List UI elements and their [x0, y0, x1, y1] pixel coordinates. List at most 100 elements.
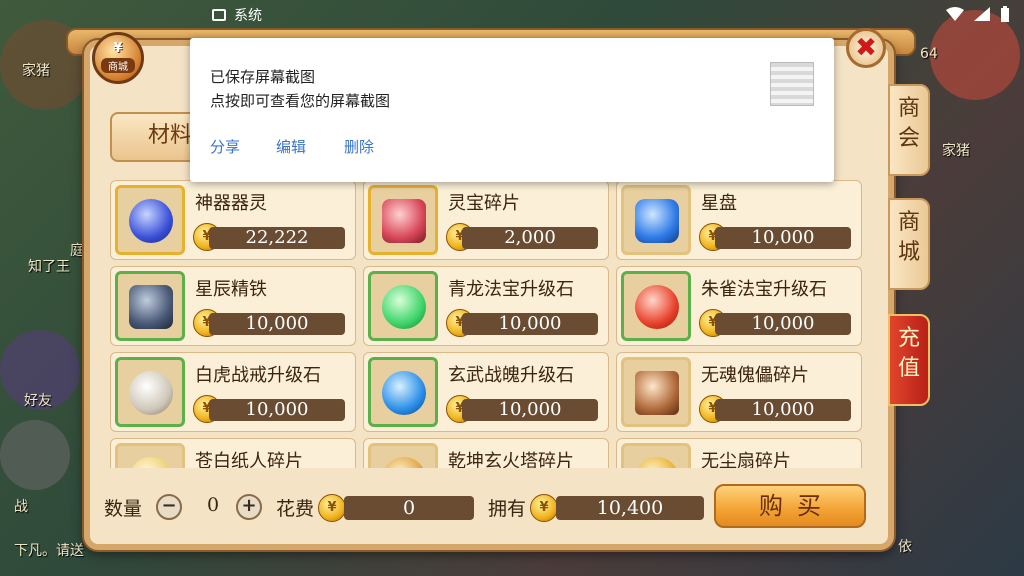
item-name: 无魂傀儡碎片 [701, 365, 809, 386]
item-name: 星盘 [701, 193, 737, 214]
screenshot-thumbnail[interactable] [770, 62, 814, 106]
bg-text: 家猪 [942, 143, 970, 159]
tab-mall[interactable]: 商城 [888, 198, 930, 290]
item-card[interactable]: 乾坤玄火塔碎片 [363, 438, 609, 468]
item-price: 10,000 [462, 313, 598, 335]
ore-icon [129, 285, 173, 329]
increase-button[interactable]: + [236, 494, 262, 520]
tab-recharge[interactable]: 充值 [888, 314, 930, 406]
puppet-icon [635, 371, 679, 415]
item-name: 苍白纸人碎片 [195, 451, 303, 468]
orb-icon [129, 199, 173, 243]
item-icon [621, 271, 691, 341]
share-button[interactable]: 分享 [210, 136, 240, 157]
edit-button[interactable]: 编辑 [276, 136, 306, 157]
shop-badge-label: 商城 [101, 58, 135, 73]
coin-icon: ¥ [318, 494, 346, 522]
item-card[interactable]: 星辰精铁 ¥ 10,000 [110, 266, 356, 346]
item-card[interactable]: 神器器灵 ¥ 22,222 [110, 180, 356, 260]
item-name: 白虎战戒升级石 [195, 365, 321, 386]
owned-value: 10,400 [556, 496, 704, 520]
tab-label: 商城 [897, 210, 920, 265]
item-name: 灵宝碎片 [448, 193, 520, 214]
blue-stone-icon [382, 371, 426, 415]
item-icon [621, 443, 691, 468]
tab-label: 充值 [897, 326, 920, 381]
item-card[interactable]: 苍白纸人碎片 [110, 438, 356, 468]
item-card[interactable]: 无尘扇碎片 [616, 438, 862, 468]
item-card[interactable]: 灵宝碎片 ¥ 2,000 [363, 180, 609, 260]
screenshot-notification[interactable]: 已保存屏幕截图 点按即可查看您的屏幕截图 分享 编辑 删除 [190, 38, 834, 182]
item-name: 青龙法宝升级石 [448, 279, 574, 300]
delete-button[interactable]: 删除 [344, 136, 374, 157]
tab-materials[interactable]: 材料 [110, 112, 202, 162]
item-card[interactable]: 无魂傀儡碎片 ¥ 10,000 [616, 352, 862, 432]
bg-level: 64 [920, 46, 938, 62]
owned-label: 拥有 [488, 498, 527, 520]
item-icon [115, 271, 185, 341]
notification-title: 已保存屏幕截图 [210, 68, 316, 86]
item-icon [368, 357, 438, 427]
wifi-icon [946, 7, 964, 21]
item-icon [621, 185, 691, 255]
item-name: 星辰精铁 [195, 279, 267, 300]
crystal-icon [382, 199, 426, 243]
item-name: 玄武战魄升级石 [448, 365, 574, 386]
image-icon [212, 9, 226, 21]
bg-text: 家猪 [22, 63, 50, 79]
bg-text: 庭 [70, 243, 84, 259]
item-icon [368, 443, 438, 468]
yen-icon: ¥ [113, 41, 123, 56]
item-icon [115, 185, 185, 255]
item-card[interactable]: 星盘 ¥ 10,000 [616, 180, 862, 260]
item-card[interactable]: 朱雀法宝升级石 ¥ 10,000 [616, 266, 862, 346]
item-price: 10,000 [209, 399, 345, 421]
item-price: 10,000 [715, 399, 851, 421]
tab-label: 商会 [897, 96, 920, 151]
item-name: 朱雀法宝升级石 [701, 279, 827, 300]
item-icon [368, 185, 438, 255]
shop-badge: ¥ 商城 [92, 32, 144, 84]
item-icon [115, 443, 185, 468]
buy-button[interactable]: 购买 [714, 484, 866, 528]
item-price: 10,000 [462, 399, 598, 421]
white-stone-icon [129, 371, 173, 415]
item-card[interactable]: 玄武战魄升级石 ¥ 10,000 [363, 352, 609, 432]
item-card[interactable]: 白虎战戒升级石 ¥ 10,000 [110, 352, 356, 432]
item-grid[interactable]: 神器器灵 ¥ 22,222 灵宝碎片 ¥ 2,000 星盘 ¥ 10,000 星… [110, 180, 862, 468]
status-app-label: 系统 [234, 8, 262, 24]
item-price: 2,000 [462, 227, 598, 249]
bg-text: 知了王 [28, 259, 70, 275]
decrease-button[interactable]: − [156, 494, 182, 520]
friends-label[interactable]: 好友 [24, 390, 52, 410]
item-icon [368, 271, 438, 341]
item-price: 10,000 [209, 313, 345, 335]
cost-value: 0 [344, 496, 474, 520]
item-name: 乾坤玄火塔碎片 [448, 451, 574, 468]
status-app: 系统 [212, 5, 262, 25]
purchase-bar: 数量 − 0 + 花费 ¥ 0 拥有 ¥ 10,400 购买 [104, 484, 884, 530]
paper-doll-icon [129, 457, 173, 468]
item-icon [115, 357, 185, 427]
item-name: 无尘扇碎片 [701, 451, 791, 468]
item-card[interactable]: 青龙法宝升级石 ¥ 10,000 [363, 266, 609, 346]
close-button[interactable]: ✖ [846, 28, 886, 68]
notification-text: 点按即可查看您的屏幕截图 [210, 92, 391, 110]
battery-icon [1001, 6, 1009, 22]
bg-text: 战 [14, 499, 28, 515]
chat-line: 下凡。请送 [14, 543, 84, 559]
fan-icon [635, 457, 679, 468]
status-bar: 系统 [0, 0, 1024, 30]
tab-guild-shop[interactable]: 商会 [888, 84, 930, 176]
quantity-value[interactable]: 0 [182, 494, 244, 516]
signal-icon [974, 7, 990, 21]
quantity-label: 数量 [104, 498, 143, 520]
bg-chat-icon [0, 420, 70, 490]
status-icons [946, 6, 1010, 22]
item-price: 10,000 [715, 227, 851, 249]
green-stone-icon [382, 285, 426, 329]
red-stone-icon [635, 285, 679, 329]
item-price: 10,000 [715, 313, 851, 335]
coin-icon: ¥ [530, 494, 558, 522]
item-price: 22,222 [209, 227, 345, 249]
